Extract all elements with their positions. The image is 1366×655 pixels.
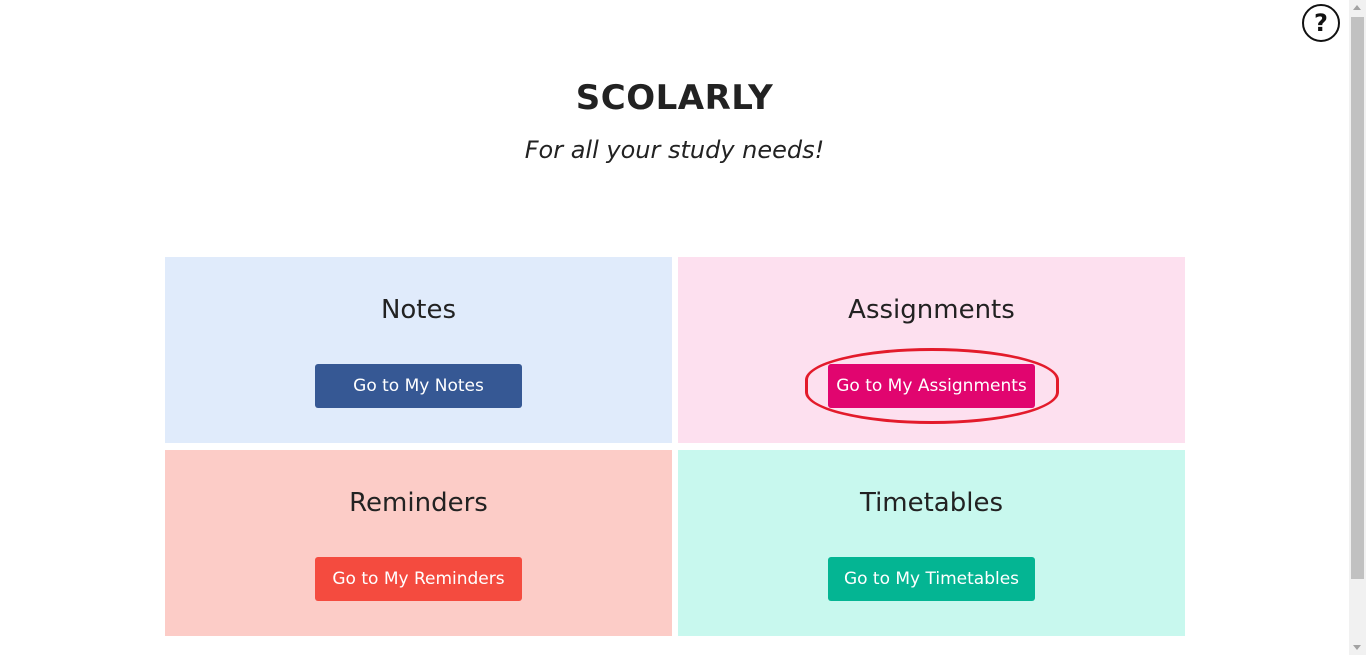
go-to-assignments-button[interactable]: Go to My Assignments (828, 364, 1035, 408)
vertical-scrollbar[interactable] (1349, 0, 1366, 655)
reminders-card-title: Reminders (349, 488, 488, 518)
app-subtitle: For all your study needs! (524, 136, 825, 164)
reminders-card: Reminders Go to My Reminders (165, 450, 672, 636)
scroll-down-arrow-icon[interactable] (1353, 645, 1361, 650)
assignments-card: Assignments Go to My Assignments (678, 257, 1185, 443)
scroll-up-arrow-icon[interactable] (1353, 5, 1361, 10)
help-button[interactable]: ? (1302, 4, 1340, 42)
assignments-card-title: Assignments (848, 295, 1015, 325)
go-to-notes-button[interactable]: Go to My Notes (315, 364, 522, 408)
notes-card: Notes Go to My Notes (165, 257, 672, 443)
question-circle-icon: ? (1314, 9, 1328, 37)
notes-card-title: Notes (380, 295, 457, 325)
timetables-card: Timetables Go to My Timetables (678, 450, 1185, 636)
go-to-timetables-button[interactable]: Go to My Timetables (828, 557, 1035, 601)
go-to-reminders-button[interactable]: Go to My Reminders (315, 557, 522, 601)
timetables-card-title: Timetables (859, 488, 1004, 518)
page: ? SCOLARLY For all your study needs! Not… (0, 0, 1366, 655)
app-title: SCOLARLY (575, 78, 774, 118)
scrollbar-thumb[interactable] (1351, 17, 1364, 579)
